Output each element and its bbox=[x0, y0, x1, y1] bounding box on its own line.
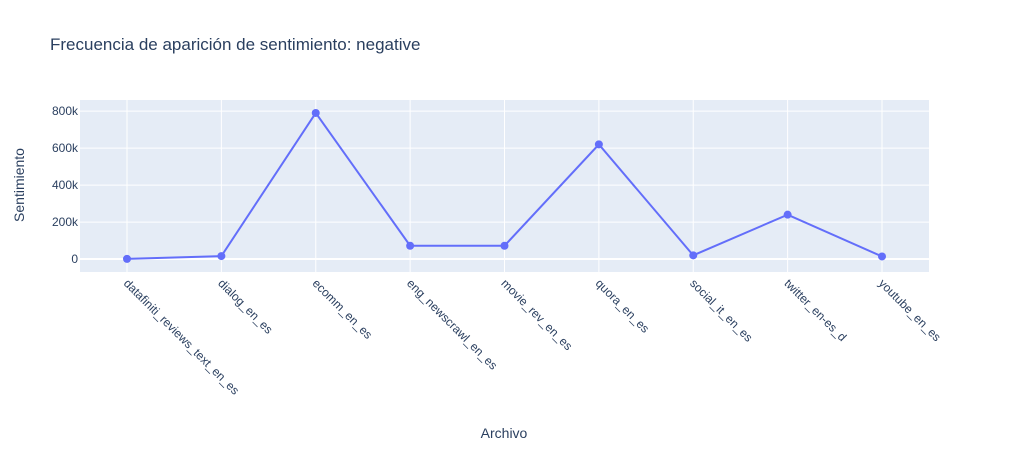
x-axis-title: Archivo bbox=[481, 425, 528, 441]
y-tick-label: 400k bbox=[52, 178, 79, 192]
data-point[interactable] bbox=[123, 254, 131, 263]
y-tick-label: 600k bbox=[52, 141, 79, 155]
y-axis-title: Sentimiento bbox=[11, 148, 27, 222]
chart-title: Frecuencia de aparición de sentimiento: … bbox=[50, 35, 420, 54]
x-tick-label: youtube_en_es bbox=[876, 276, 944, 344]
x-tick-label: twitter_en-es_d bbox=[782, 276, 850, 344]
x-tick-label: quora_en_es bbox=[593, 276, 652, 335]
data-point[interactable] bbox=[217, 252, 226, 261]
y-tick-label: 0 bbox=[71, 252, 78, 266]
data-point[interactable] bbox=[878, 252, 886, 261]
y-tick-label: 800k bbox=[52, 104, 79, 118]
data-point[interactable] bbox=[406, 241, 415, 250]
y-tick-labels: 0 200k 400k 600k 800k bbox=[52, 104, 79, 266]
data-point[interactable] bbox=[500, 241, 509, 250]
data-point[interactable] bbox=[594, 140, 603, 149]
line-chart: 0 200k 400k 600k 800k datafiniti_reviews_tex… bbox=[11, 35, 944, 441]
data-point[interactable] bbox=[783, 210, 792, 219]
x-tick-labels: datafiniti_reviews_text_en_esdialog_en_e… bbox=[121, 276, 944, 397]
y-tick-label: 200k bbox=[52, 215, 79, 229]
x-tick-label: dialog_en_es bbox=[215, 276, 275, 336]
x-tick-label: social_it_en_es bbox=[687, 276, 755, 344]
x-tick-label: eng_newscrawl_en_es bbox=[404, 276, 500, 372]
data-point[interactable] bbox=[689, 251, 698, 260]
x-tick-label: movie_rev_en_es bbox=[498, 276, 575, 353]
data-point[interactable] bbox=[311, 108, 320, 117]
x-tick-label: ecomm_en_es bbox=[310, 276, 376, 342]
